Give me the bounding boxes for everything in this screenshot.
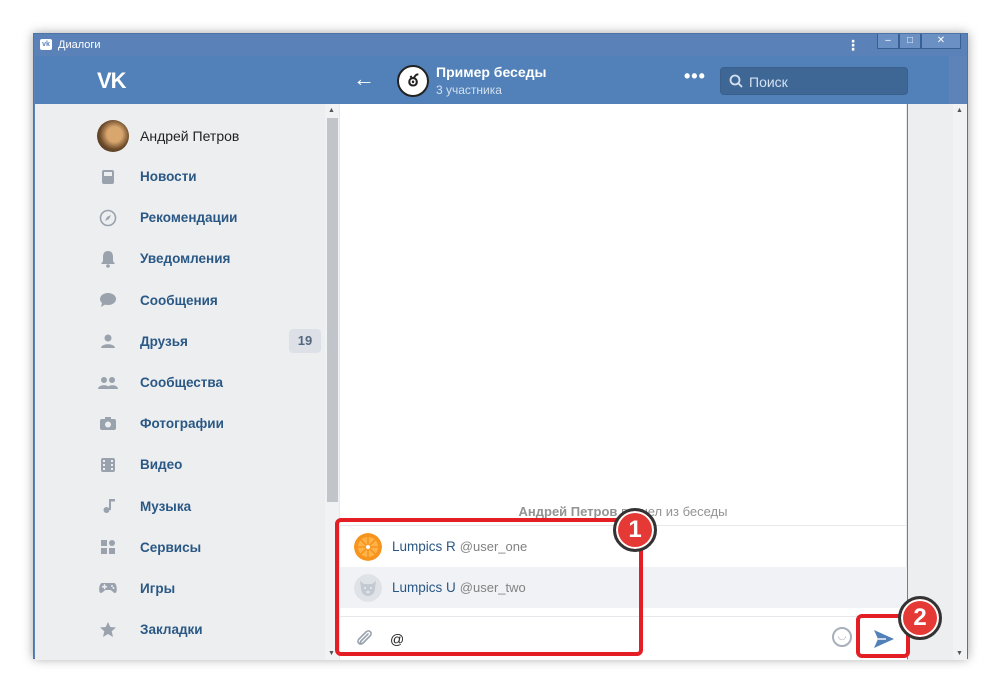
scroll-down-icon[interactable]: ▼ <box>956 650 963 657</box>
vk-logo[interactable]: VK <box>97 68 127 94</box>
sidebar-item-notifications[interactable]: Уведомления <box>97 238 325 279</box>
sidebar-item-label: Сервисы <box>140 539 202 555</box>
step-marker-2: 2 <box>898 596 942 640</box>
friends-count-badge: 19 <box>289 328 321 353</box>
minimize-button[interactable]: ‒ <box>877 34 899 49</box>
step-marker-1: 1 <box>613 508 657 552</box>
back-arrow-icon[interactable]: ← <box>353 66 375 92</box>
profile-name: Андрей Петров <box>140 128 240 144</box>
search-input[interactable]: Поиск <box>720 67 908 95</box>
bell-icon <box>97 248 119 270</box>
sidebar-item-label: Уведомления <box>140 251 231 267</box>
sidebar-item-games[interactable]: Игры <box>97 568 325 609</box>
system-message-author[interactable]: Андрей Петров <box>519 504 618 519</box>
group-icon <box>97 372 119 394</box>
sidebar: Андрей Петров Новости Рекомендации Уведо… <box>35 104 325 660</box>
chat-scrollbar[interactable]: ▲ ▼ <box>953 104 967 660</box>
sidebar-item-communities[interactable]: Сообщества <box>97 362 325 403</box>
sidebar-item-video[interactable]: Видео <box>97 444 325 485</box>
sidebar-profile[interactable]: Андрей Петров <box>97 118 239 154</box>
search-placeholder: Поиск <box>749 74 788 90</box>
window-title: Диалоги <box>58 39 101 51</box>
top-header: VK ← ఠ Пример беседы 3 участника ••• Пои… <box>35 56 949 104</box>
close-button[interactable]: ✕ <box>921 34 961 49</box>
chat-avatar[interactable]: ఠ <box>397 65 429 97</box>
search-icon <box>729 74 743 88</box>
scroll-up-icon[interactable]: ▲ <box>956 107 963 114</box>
more-actions-icon[interactable]: ••• <box>684 66 706 87</box>
chat-members-count[interactable]: 3 участника <box>436 83 502 97</box>
window-menu-icon[interactable]: ⋮ <box>846 37 860 53</box>
sidebar-item-label: Рекомендации <box>140 210 238 226</box>
window-controls: ‒ □ ✕ <box>877 34 961 51</box>
sidebar-item-news[interactable]: Новости <box>97 156 325 197</box>
sidebar-item-messages[interactable]: Сообщения <box>97 280 325 321</box>
sidebar-item-label: Музыка <box>140 498 192 514</box>
sidebar-item-label: Закладки <box>140 622 203 638</box>
sidebar-item-music[interactable]: Музыка <box>97 486 325 527</box>
camera-icon <box>97 413 119 435</box>
sidebar-item-friends[interactable]: Друзья 19 <box>97 321 325 362</box>
sidebar-item-label: Друзья <box>140 333 188 349</box>
sidebar-item-label: Видео <box>140 457 183 473</box>
music-note-icon <box>97 495 119 517</box>
avatar <box>97 120 129 152</box>
sidebar-item-label: Сообщения <box>140 292 218 308</box>
maximize-button[interactable]: □ <box>899 34 921 49</box>
news-icon <box>97 166 119 188</box>
user-icon <box>97 330 119 352</box>
sidebar-scroll-thumb[interactable] <box>327 118 338 502</box>
sidebar-item-recommendations[interactable]: Рекомендации <box>97 197 325 238</box>
sidebar-item-services[interactable]: Сервисы <box>97 527 325 568</box>
sidebar-item-photos[interactable]: Фотографии <box>97 403 325 444</box>
right-gutter <box>908 104 953 660</box>
grid-icon <box>97 536 119 558</box>
sidebar-item-label: Новости <box>140 169 197 185</box>
star-icon <box>97 619 119 641</box>
highlight-mentions-box <box>335 518 643 656</box>
scroll-up-icon[interactable]: ▲ <box>328 107 335 114</box>
vk-app-icon: vk <box>40 39 52 50</box>
chat-bubble-icon <box>97 289 119 311</box>
sidebar-item-label: Игры <box>140 580 176 596</box>
sidebar-item-bookmarks[interactable]: Закладки <box>97 609 325 650</box>
chat-title[interactable]: Пример беседы <box>436 64 546 80</box>
emoji-icon[interactable]: ◡ <box>832 627 852 647</box>
title-bar: vk Диалоги ⋮ ‒ □ ✕ <box>34 34 967 56</box>
film-icon <box>97 454 119 476</box>
compass-icon <box>97 207 119 229</box>
sidebar-item-label: Фотографии <box>140 416 224 432</box>
sidebar-nav: Новости Рекомендации Уведомления Сообщен… <box>97 156 325 650</box>
gamepad-icon <box>97 577 119 599</box>
sidebar-item-label: Сообщества <box>140 375 224 391</box>
scroll-down-icon[interactable]: ▼ <box>328 650 335 657</box>
